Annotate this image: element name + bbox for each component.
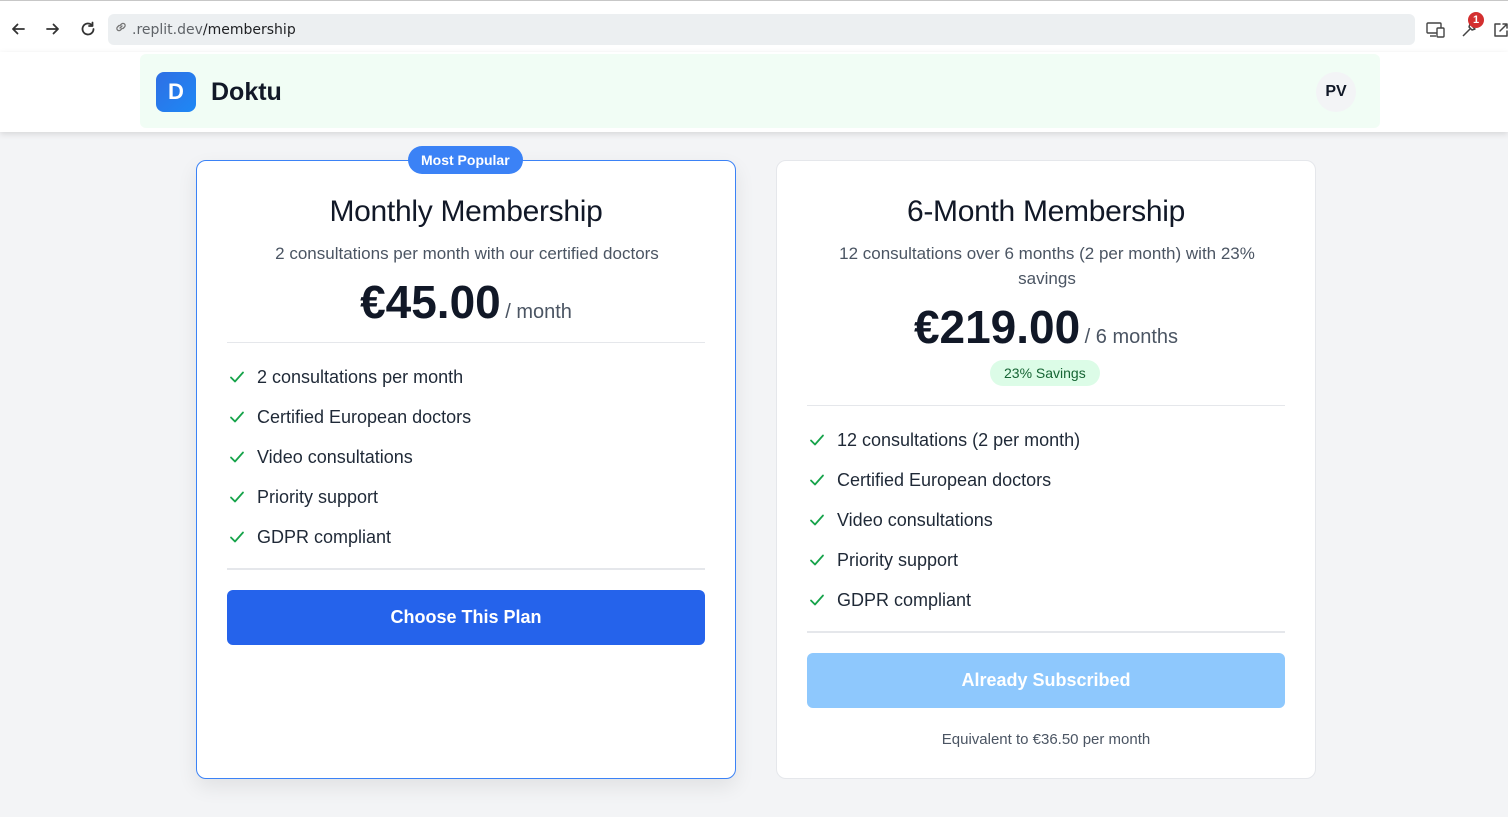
price-amount: €45.00 [360, 276, 501, 328]
url-path: /membership [202, 21, 296, 38]
equivalent-price-note: Equivalent to €36.50 per month [941, 731, 1151, 748]
check-icon [227, 407, 247, 427]
feature-item: Certified European doctors [227, 397, 471, 437]
price-row: €45.00 / month [197, 275, 735, 329]
check-icon [227, 527, 247, 547]
feature-label: Video consultations [257, 446, 413, 467]
devices-icon[interactable] [1425, 19, 1447, 41]
url-domain: .replit.dev [132, 21, 203, 38]
divider [807, 631, 1285, 633]
feature-label: 12 consultations (2 per month) [837, 429, 1081, 450]
brand-name[interactable]: Doktu [211, 78, 282, 107]
logo-icon[interactable]: D [156, 72, 196, 112]
feature-item: Certified European doctors [807, 460, 1080, 500]
feature-label: Video consultations [837, 509, 993, 530]
feature-label: Certified European doctors [257, 406, 472, 427]
price-amount: €219.00 [913, 301, 1081, 353]
feature-label: Priority support [837, 549, 959, 570]
divider [807, 405, 1285, 406]
feature-item: GDPR compliant [807, 580, 1080, 620]
plan-description: 12 consultations over 6 months (2 per mo… [839, 244, 1255, 288]
feature-item: 12 consultations (2 per month) [807, 420, 1080, 460]
price-row: €219.00 / 6 months [777, 300, 1315, 354]
feature-label: Priority support [257, 486, 379, 507]
feature-list: 2 consultations per month Certified Euro… [227, 357, 471, 557]
address-bar[interactable]: .replit.dev/membership [108, 14, 1415, 45]
plan-description: 2 consultations per month with our certi… [275, 244, 659, 263]
divider [227, 342, 705, 343]
header-highlight [140, 54, 1380, 128]
feature-item: Priority support [807, 540, 1080, 580]
open-external-icon[interactable] [1490, 19, 1508, 41]
savings-badge: 23% Savings [990, 360, 1100, 386]
url-text: .replit.dev/membership [132, 22, 296, 38]
price-period: / month [505, 301, 572, 323]
check-icon [227, 447, 247, 467]
plan-card-monthly: Most Popular Monthly Membership 2 consul… [196, 146, 736, 779]
check-icon [807, 550, 827, 570]
browser-toolbar: .replit.dev/membership 1 [0, 0, 1508, 52]
divider [227, 568, 705, 570]
back-icon[interactable] [7, 18, 29, 40]
feature-item: 2 consultations per month [227, 357, 471, 397]
feature-item: GDPR compliant [227, 517, 471, 557]
app-header: D Doktu PV [0, 52, 1508, 132]
price-period: / 6 months [1084, 326, 1179, 348]
feature-list: 12 consultations (2 per month) Certified… [807, 420, 1080, 620]
check-icon [227, 487, 247, 507]
feature-label: 2 consultations per month [257, 366, 464, 387]
already-subscribed-button[interactable]: Already Subscribed [807, 653, 1285, 708]
plan-card-6-month: 6-Month Membership 12 consultations over… [776, 160, 1316, 779]
feature-label: GDPR compliant [257, 526, 392, 547]
plan-title: 6-Month Membership [906, 195, 1186, 228]
link-icon [114, 20, 128, 39]
choose-plan-button[interactable]: Choose This Plan [227, 590, 705, 645]
feature-item: Priority support [227, 477, 471, 517]
feature-label: GDPR compliant [837, 589, 972, 610]
extension-icon[interactable]: 1 [1458, 12, 1484, 41]
check-icon [227, 367, 247, 387]
feature-item: Video consultations [807, 500, 1080, 540]
check-icon [807, 470, 827, 490]
avatar[interactable]: PV [1316, 72, 1356, 112]
feature-item: Video consultations [227, 437, 471, 477]
check-icon [807, 590, 827, 610]
check-icon [807, 430, 827, 450]
most-popular-badge: Most Popular [408, 146, 523, 174]
check-icon [807, 510, 827, 530]
notification-badge: 1 [1468, 12, 1484, 28]
feature-label: Certified European doctors [837, 469, 1052, 490]
plan-title: Monthly Membership [329, 195, 603, 228]
forward-icon[interactable] [42, 18, 64, 40]
reload-icon[interactable] [77, 18, 99, 40]
